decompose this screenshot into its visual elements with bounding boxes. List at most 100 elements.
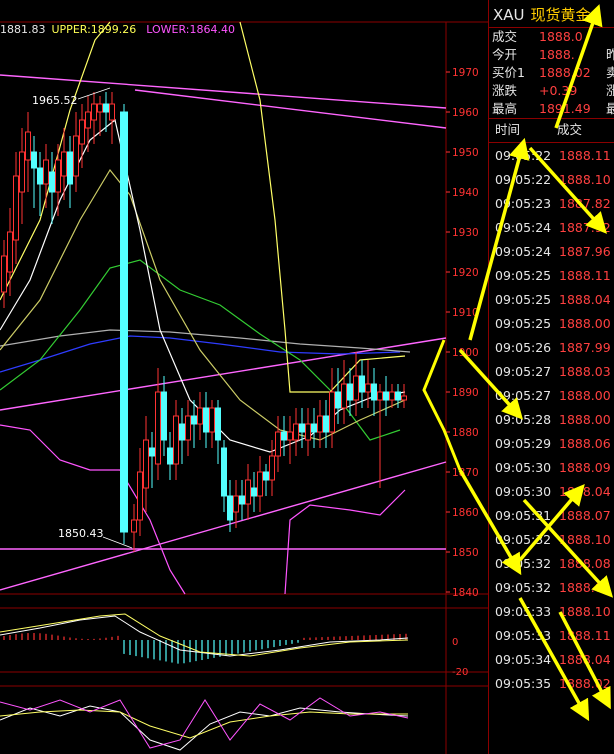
trendline-top-2 bbox=[134, 89, 447, 129]
tick-row: 09:05:22 1888.11 bbox=[489, 144, 614, 168]
price-axis-label: 1970 bbox=[452, 67, 479, 79]
kdj-k-line bbox=[0, 705, 409, 751]
tick-price: 1888.11 bbox=[559, 268, 611, 283]
tick-row: 09:05:28 1888.00 bbox=[489, 408, 614, 432]
candlestick-chart[interactable]: 1970 1960 1950 1940 1930 1920 1910 1900 1890 1880… bbox=[0, 0, 488, 754]
tick-price: 1888.02 bbox=[559, 676, 611, 691]
lower-band-line bbox=[0, 424, 406, 595]
tick-time: 09:05:33 bbox=[495, 604, 552, 619]
candle-body bbox=[377, 391, 383, 401]
candle-body bbox=[85, 111, 91, 129]
quote-row-label: 成交 bbox=[492, 29, 518, 44]
quote-row-extra: 最 bbox=[606, 100, 614, 118]
tick-price: 1888.09 bbox=[559, 460, 611, 475]
tick-time: 09:05:25 bbox=[495, 292, 552, 307]
tick-row: 09:05:25 1888.04 bbox=[489, 288, 614, 312]
price-axis-label: 1910 bbox=[452, 307, 479, 319]
quote-row-value: 1888. bbox=[539, 47, 575, 62]
candle-body bbox=[287, 431, 293, 441]
candle-body bbox=[281, 431, 287, 441]
tick-price: 1888.08 bbox=[559, 556, 611, 571]
candle-body bbox=[161, 391, 167, 441]
tick-price: 1888.00 bbox=[559, 388, 611, 403]
macd-axis-zero: 0 bbox=[452, 637, 458, 648]
candle-body bbox=[221, 447, 227, 497]
candle-body bbox=[13, 175, 19, 241]
candle-body bbox=[61, 151, 67, 177]
candle-body bbox=[293, 423, 299, 441]
candle-body bbox=[191, 415, 197, 425]
tick-time: 09:05:32 bbox=[495, 532, 552, 547]
quote-symbol: XAU bbox=[493, 6, 525, 24]
price-axis-label: 1890 bbox=[452, 387, 479, 399]
tick-price: 1888.04 bbox=[559, 292, 611, 307]
tick-time: 09:05:25 bbox=[495, 268, 552, 283]
quote-row-extra: 涨 bbox=[606, 82, 614, 100]
quote-summary-divider bbox=[489, 118, 614, 119]
candle-body bbox=[317, 415, 323, 433]
macd-histogram bbox=[3, 633, 407, 664]
candle-body bbox=[395, 391, 401, 401]
candle-body bbox=[257, 471, 263, 497]
ticks-header-time: 时间 bbox=[495, 122, 521, 137]
candle-body bbox=[155, 391, 161, 465]
quote-row-label: 买价1 bbox=[492, 65, 525, 80]
quote-panel: XAU 现货黄金 成交 1888.0 今开 1888. 昨买价1 1888.02 卖涨跌 +0.… bbox=[488, 0, 614, 754]
tick-row: 09:05:26 1887.99 bbox=[489, 336, 614, 360]
legend-mid-value: 1881.83 bbox=[0, 23, 46, 36]
ticks-header: 时间 成交 bbox=[489, 120, 614, 140]
candle-body bbox=[353, 375, 359, 401]
tick-price: 1887.96 bbox=[559, 244, 611, 259]
candle-body bbox=[233, 495, 239, 513]
tick-time: 09:05:29 bbox=[495, 436, 552, 451]
tick-price: 1888.10 bbox=[559, 604, 611, 619]
quote-row-value: 1891.49 bbox=[539, 101, 591, 116]
tick-time: 09:05:22 bbox=[495, 172, 552, 187]
kdj-pane bbox=[0, 697, 409, 751]
macd-axis-neg20: -20 bbox=[452, 667, 468, 678]
candle-body bbox=[299, 423, 305, 433]
quote-row-extra: 昨 bbox=[606, 46, 614, 64]
tick-time: 09:05:30 bbox=[495, 460, 552, 475]
candle-body bbox=[79, 119, 85, 145]
tick-row: 09:05:27 1888.00 bbox=[489, 384, 614, 408]
tick-row: 09:05:29 1888.06 bbox=[489, 432, 614, 456]
tick-row: 09:05:32 1888.08 bbox=[489, 552, 614, 576]
quote-row: 涨跌 +0.39 涨 bbox=[489, 82, 614, 100]
quote-row-label: 涨跌 bbox=[492, 83, 518, 98]
tick-time: 09:05:31 bbox=[495, 508, 552, 523]
quote-row: 买价1 1888.02 卖 bbox=[489, 64, 614, 82]
tick-time: 09:05:25 bbox=[495, 316, 552, 331]
tick-price: 1888.05 bbox=[559, 580, 611, 595]
quote-row: 最高 1891.49 最 bbox=[489, 100, 614, 118]
candle-body bbox=[311, 423, 317, 433]
tick-time: 09:05:35 bbox=[495, 676, 552, 691]
price-axis-label: 1920 bbox=[452, 267, 479, 279]
candle-body bbox=[275, 431, 281, 457]
tick-time: 09:05:28 bbox=[495, 412, 552, 427]
candle-body bbox=[91, 103, 97, 121]
tick-row: 09:05:24 1887.96 bbox=[489, 240, 614, 264]
tick-row: 09:05:24 1887.92 bbox=[489, 216, 614, 240]
candle-body bbox=[131, 519, 137, 533]
bollinger-bands bbox=[0, 21, 406, 595]
candle-body bbox=[341, 383, 347, 409]
price-axis-label: 1850 bbox=[452, 547, 479, 559]
tick-row: 09:05:35 1888.02 bbox=[489, 672, 614, 696]
quote-row-value: 1888.0 bbox=[539, 29, 583, 44]
tick-price: 1888.10 bbox=[559, 172, 611, 187]
quote-title: XAU 现货黄金 bbox=[493, 4, 591, 25]
tick-time: 09:05:27 bbox=[495, 388, 552, 403]
arrow-zigzag-left bbox=[422, 339, 462, 471]
tick-price: 1888.00 bbox=[559, 412, 611, 427]
quote-row-extra: 卖 bbox=[606, 64, 614, 82]
candle-body bbox=[209, 407, 215, 433]
candle-body bbox=[263, 471, 269, 481]
low-annotation: 1850.43 bbox=[58, 527, 104, 540]
candle-body bbox=[49, 171, 55, 193]
candle-body bbox=[269, 455, 275, 481]
tick-time: 09:05:22 bbox=[495, 148, 552, 163]
quote-name: 现货黄金 bbox=[530, 6, 591, 24]
candle-body bbox=[55, 159, 61, 193]
tick-price: 1887.92 bbox=[559, 220, 611, 235]
